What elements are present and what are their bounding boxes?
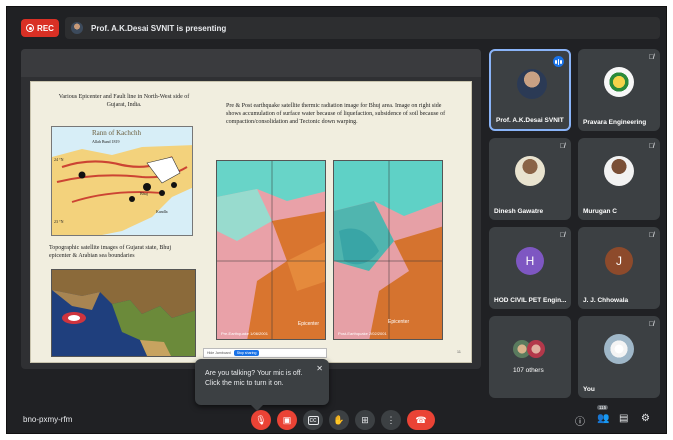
- fault-map-graphic: [52, 127, 192, 235]
- post-earthquake-graphic: [334, 161, 442, 339]
- speaking-indicator-icon: [553, 56, 564, 67]
- close-icon[interactable]: ✕: [316, 363, 323, 375]
- mic-toggle-button[interactable]: 🎙: [251, 410, 271, 430]
- slide-right-title: Pre & Post earthquake satellite thermic …: [226, 103, 446, 126]
- participant-tile-murugan[interactable]: 🎙̸ Murugan C: [578, 138, 660, 220]
- pre-earthquake-graphic: [217, 161, 325, 339]
- recording-badge: REC: [21, 19, 59, 37]
- slide-left-bottom-title: Topographic satellite images of Gujarat …: [49, 245, 172, 259]
- mic-off-tooltip: ✕ Are you talking? Your mic is off. Clic…: [195, 359, 329, 411]
- participant-name: J. J. Chhowala: [583, 297, 629, 304]
- post-earthquake-image: Post-Earthquake 2/02/2001 Epicenter: [333, 160, 443, 340]
- raise-hand-icon: ✋: [333, 414, 345, 425]
- presenting-text: Prof. A.K.Desai SVNIT is presenting: [91, 23, 227, 33]
- post-earthquake-label: Post-Earthquake 2/02/2001: [338, 331, 387, 336]
- gujarat-fault-map: Rann of Kachchh Allah Bund 1819 24 °N 23…: [51, 126, 193, 236]
- rec-label: REC: [37, 23, 54, 33]
- participant-tile-pravara[interactable]: 🎙̸ Pravara Engineering: [578, 49, 660, 131]
- pravara-logo: [604, 67, 634, 97]
- participant-tile-hod-civil[interactable]: H 🎙̸ HOD CIVIL PET Engin...: [489, 227, 571, 309]
- mic-off-icon: 🎙̸: [648, 321, 654, 328]
- participant-name: You: [583, 386, 595, 393]
- murugan-photo: [604, 156, 634, 186]
- participants-count-badge: 115: [597, 405, 609, 410]
- chat-icon[interactable]: ▤: [619, 413, 628, 424]
- presentation-slide: Various Epicenter and Fault line in Nort…: [30, 81, 472, 363]
- camera-off-icon: ▣: [282, 414, 292, 425]
- map-label-24n: 24 °N: [54, 157, 64, 162]
- slide-toolbar[interactable]: Hide Jamboard Stop sharing: [203, 348, 327, 358]
- stop-sharing-button[interactable]: Stop sharing: [233, 350, 260, 356]
- captions-icon: cc: [307, 415, 319, 425]
- map-label-rann: Rann of Kachchh: [92, 129, 141, 137]
- tooltip-line-1: Are you talking? Your mic is off.: [205, 370, 303, 377]
- hide-jamboard-link[interactable]: Hide Jamboard: [207, 351, 231, 355]
- mic-off-icon: 🎙̸: [648, 54, 654, 61]
- mic-off-icon: 🎙̸: [648, 143, 654, 150]
- presenter-avatar: [71, 22, 83, 34]
- mic-off-icon: 🎙̸: [559, 143, 565, 150]
- present-icon: ⊞: [361, 414, 369, 425]
- camera-toggle-button[interactable]: ▣: [277, 410, 297, 430]
- presenter-photo: [517, 69, 547, 99]
- map-label-23n: 23 °N: [54, 219, 64, 224]
- presenting-banner: Prof. A.K.Desai SVNIT is presenting: [65, 17, 660, 39]
- info-icon[interactable]: ⓘ: [575, 413, 585, 428]
- participant-name: HOD CIVIL PET Engin...: [494, 297, 567, 304]
- participant-name: Dinesh Gawatre: [494, 208, 544, 215]
- tooltip-line-2: Click the mic to turn it on.: [205, 380, 284, 388]
- others-count: 107 others: [513, 367, 544, 374]
- hang-up-icon: ☎: [415, 414, 427, 425]
- raise-hand-button[interactable]: ✋: [329, 410, 349, 430]
- dinesh-photo: [515, 156, 545, 186]
- participant-name: Pravara Engineering: [583, 119, 647, 126]
- mic-off-icon: 🎙: [255, 414, 267, 425]
- participant-name: Murugan C: [583, 208, 617, 215]
- more-icon: ⋮: [386, 414, 396, 425]
- pre-earthquake-image: Pre-Earthquake 1/06/2001 Epicenter: [216, 160, 326, 340]
- present-now-button[interactable]: ⊞: [355, 410, 375, 430]
- map-label-allah-bund: Allah Bund 1819: [92, 139, 120, 144]
- participant-tile-others[interactable]: 107 others: [489, 316, 571, 398]
- more-options-button[interactable]: ⋮: [381, 410, 401, 430]
- participant-tile-chhowala[interactable]: J 🎙̸ J. J. Chhowala: [578, 227, 660, 309]
- slide-number: 11: [456, 349, 461, 354]
- avatar-letter: J: [605, 247, 633, 275]
- map-label-bhuj: Bhuj: [140, 191, 148, 196]
- participant-name: Prof. A.K.Desai SVNIT: [496, 117, 564, 124]
- topographic-satellite-map: [51, 269, 196, 357]
- captions-button[interactable]: cc: [303, 410, 323, 430]
- people-icon[interactable]: 👥: [597, 413, 609, 424]
- mic-off-icon: 🎙̸: [648, 232, 654, 239]
- mic-off-icon: 🎙̸: [559, 232, 565, 239]
- meet-window: REC Prof. A.K.Desai SVNIT is presenting …: [6, 6, 667, 434]
- others-avatars: [513, 340, 549, 360]
- epicenter-label-left: Epicenter: [297, 321, 319, 327]
- record-icon: [26, 24, 35, 32]
- participant-tile-dinesh[interactable]: 🎙̸ Dinesh Gawatre: [489, 138, 571, 220]
- you-photo: [604, 334, 634, 364]
- activities-icon[interactable]: ⚙: [641, 413, 650, 424]
- shared-screen: Various Epicenter and Fault line in Nort…: [21, 49, 481, 369]
- participant-tile-presenter[interactable]: Prof. A.K.Desai SVNIT: [489, 49, 571, 131]
- leave-call-button[interactable]: ☎: [407, 410, 435, 430]
- topographic-map-graphic: [52, 270, 195, 356]
- shared-screen-strip: [21, 49, 481, 77]
- slide-left-title: Various Epicenter and Fault line in Nort…: [58, 94, 190, 108]
- epicenter-label-right: Epicenter: [388, 319, 410, 325]
- participant-tile-you[interactable]: 🎙̸ You: [578, 316, 660, 398]
- pre-earthquake-label: Pre-Earthquake 1/06/2001: [221, 331, 268, 336]
- avatar-letter: H: [516, 247, 544, 275]
- map-label-kandla: Kandla: [156, 209, 168, 214]
- meeting-code: bno-pxmy-rfm: [23, 415, 73, 424]
